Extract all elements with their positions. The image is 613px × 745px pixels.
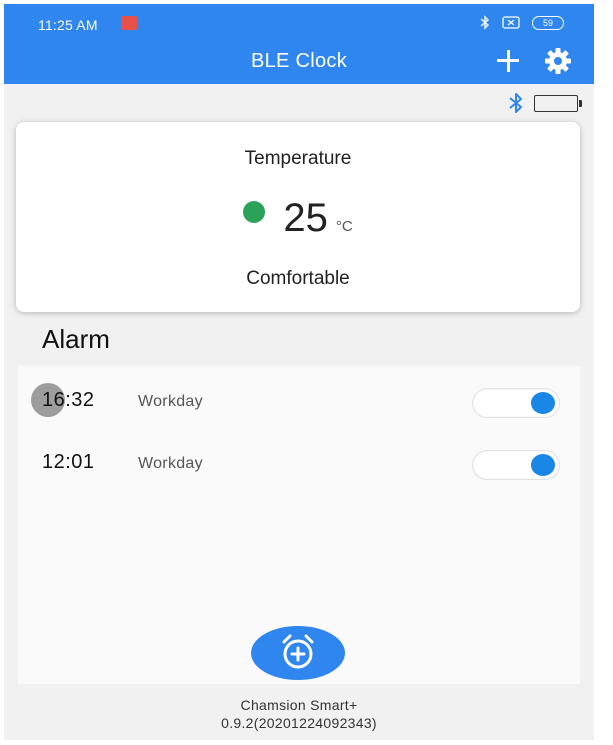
add-alarm-button[interactable] bbox=[251, 626, 345, 680]
alarm-toggle[interactable] bbox=[472, 388, 560, 418]
status-time: 11:25 AM bbox=[38, 17, 98, 33]
app-footer: Chamsion Smart+ 0.9.2(20201224092343) bbox=[4, 696, 594, 732]
temperature-unit: °C bbox=[335, 218, 353, 235]
notification-app-icon bbox=[121, 16, 137, 30]
phone-battery-indicator: 59 bbox=[532, 15, 564, 30]
comfort-status-dot bbox=[243, 201, 266, 223]
temperature-label: Temperature bbox=[244, 148, 352, 169]
alarm-heading: Alarm bbox=[42, 324, 110, 354]
temperature-card: Temperature 25 °C Comfortable bbox=[16, 122, 580, 312]
alarm-time: 16:32 bbox=[42, 389, 95, 411]
toggle-knob bbox=[531, 454, 555, 476]
add-device-button[interactable] bbox=[494, 47, 522, 75]
status-icons: 59 bbox=[480, 15, 564, 30]
temperature-reading: 25 °C bbox=[16, 196, 580, 241]
alarm-add-icon bbox=[282, 634, 314, 669]
settings-button[interactable] bbox=[543, 46, 573, 76]
app-name: Chamsion Smart+ bbox=[240, 697, 358, 713]
gear-icon bbox=[545, 48, 571, 74]
alarm-time: 12:01 bbox=[42, 451, 95, 473]
app-header: 11:25 AM 59 BLE Clock bbox=[4, 4, 594, 84]
bluetooth-icon bbox=[509, 93, 522, 113]
alarm-item[interactable]: 16:32 Workday bbox=[18, 374, 580, 424]
app-screen: 11:25 AM 59 BLE Clock Temperature 25 °C … bbox=[4, 4, 594, 740]
bluetooth-status-icon bbox=[480, 15, 490, 30]
alarm-repeat: Workday bbox=[138, 455, 203, 472]
sim-status-icon bbox=[502, 16, 520, 29]
toggle-knob bbox=[531, 392, 555, 414]
alarm-item[interactable]: 12:01 Workday bbox=[18, 436, 580, 486]
battery-icon bbox=[534, 94, 582, 112]
comfort-status: Comfortable bbox=[246, 268, 350, 289]
alarm-toggle[interactable] bbox=[472, 450, 560, 480]
app-version: 0.9.2(20201224092343) bbox=[221, 715, 377, 731]
temperature-value: 25 bbox=[283, 196, 328, 240]
device-status bbox=[508, 92, 582, 114]
alarm-repeat: Workday bbox=[138, 393, 203, 410]
